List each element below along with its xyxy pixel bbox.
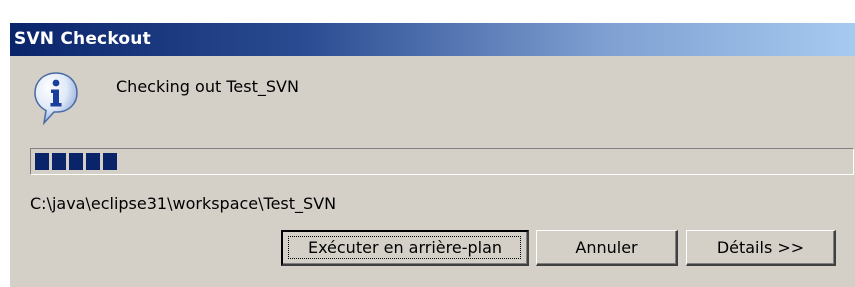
- progress-segment: [52, 153, 66, 170]
- progress-fill: [35, 153, 120, 170]
- focus-outline: [288, 236, 521, 259]
- progress-segment: [103, 153, 117, 170]
- svn-checkout-dialog: SVN Checkout Checking out Test_SVN C:\ja…: [9, 22, 855, 287]
- workspace-path: C:\java\eclipse31\workspace\Test_SVN: [30, 194, 337, 213]
- status-message: Checking out Test_SVN: [116, 77, 299, 96]
- info-icon: [32, 70, 80, 126]
- progress-segment: [86, 153, 100, 170]
- details-label: Détails >>: [716, 237, 805, 257]
- run-in-background-button[interactable]: Exécuter en arrière-plan: [281, 230, 529, 266]
- progress-bar: [30, 148, 854, 175]
- window-title: SVN Checkout: [14, 29, 151, 49]
- title-bar[interactable]: SVN Checkout: [10, 23, 855, 56]
- details-button[interactable]: Détails >>: [686, 230, 836, 266]
- cancel-button[interactable]: Annuler: [536, 230, 678, 266]
- progress-segment: [35, 153, 49, 170]
- progress-segment: [69, 153, 83, 170]
- cancel-label: Annuler: [575, 237, 638, 257]
